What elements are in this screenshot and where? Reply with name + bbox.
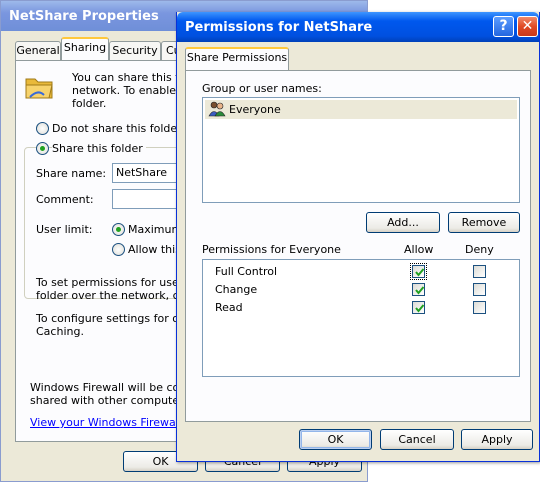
permission-name: Full Control — [215, 265, 278, 278]
permissions-text-line-2: folder over the network, click — [36, 289, 198, 302]
help-button[interactable]: ? — [493, 16, 514, 37]
comment-label: Comment: — [36, 193, 94, 206]
allow-users-radio[interactable] — [112, 243, 125, 256]
list-item-label: Everyone — [229, 103, 281, 116]
share-folder-radio[interactable] — [36, 142, 49, 155]
group-list[interactable]: Everyone — [202, 97, 520, 203]
ok-button[interactable]: OK — [299, 429, 372, 450]
shared-folder-icon — [24, 71, 56, 106]
permissions-header: Permissions for Everyone — [202, 243, 341, 256]
change-deny-checkbox[interactable] — [473, 283, 486, 296]
permission-name: Read — [215, 301, 243, 314]
group-label: Group or user names: — [202, 82, 322, 95]
read-deny-checkbox[interactable] — [473, 301, 486, 314]
change-allow-checkbox[interactable] — [412, 283, 425, 296]
full-control-allow-checkbox[interactable] — [410, 263, 427, 280]
sharing-intro-line-3: folder. — [72, 97, 107, 110]
permissions-window: Permissions for NetShare ? ✕ Share Permi… — [176, 12, 540, 462]
read-allow-checkbox[interactable] — [412, 301, 425, 314]
permissions-title: Permissions for NetShare — [185, 20, 373, 35]
share-name-label: Share name: — [36, 167, 107, 180]
tab-security[interactable]: Security — [109, 41, 161, 61]
tab-sharing[interactable]: Sharing — [61, 37, 109, 61]
tab-share-permissions[interactable]: Share Permissions — [185, 47, 289, 71]
table-row: Read — [203, 299, 519, 317]
offline-text-line-2: Caching. — [36, 325, 84, 338]
close-icon: ✕ — [521, 18, 534, 34]
list-item[interactable]: Everyone — [205, 100, 517, 119]
permissions-list: Full Control Change Read — [202, 259, 520, 377]
deny-header: Deny — [465, 243, 494, 256]
tab-general[interactable]: General — [15, 41, 61, 61]
user-limit-label: User limit: — [36, 223, 93, 236]
help-icon: ? — [499, 18, 508, 34]
permission-name: Change — [215, 283, 258, 296]
max-users-radio[interactable] — [112, 223, 125, 236]
full-control-deny-checkbox[interactable] — [473, 265, 486, 278]
remove-button[interactable]: Remove — [448, 212, 520, 233]
share-permissions-panel: Group or user names: Everyone Add... Rem… — [185, 70, 531, 422]
table-row: Change — [203, 281, 519, 299]
close-button[interactable]: ✕ — [517, 16, 538, 37]
users-icon — [208, 101, 226, 120]
apply-button[interactable]: Apply — [461, 429, 533, 450]
properties-title: NetShare Properties — [9, 9, 159, 24]
cancel-button[interactable]: Cancel — [380, 429, 454, 450]
do-not-share-radio[interactable] — [36, 122, 49, 135]
permissions-titlebar[interactable]: Permissions for NetShare ? ✕ — [177, 12, 539, 42]
share-folder-label[interactable]: Share this folder — [52, 142, 146, 155]
table-row: Full Control — [203, 263, 519, 281]
allow-header: Allow — [404, 243, 434, 256]
do-not-share-label[interactable]: Do not share this folder — [52, 122, 182, 135]
add-button[interactable]: Add... — [366, 212, 440, 233]
